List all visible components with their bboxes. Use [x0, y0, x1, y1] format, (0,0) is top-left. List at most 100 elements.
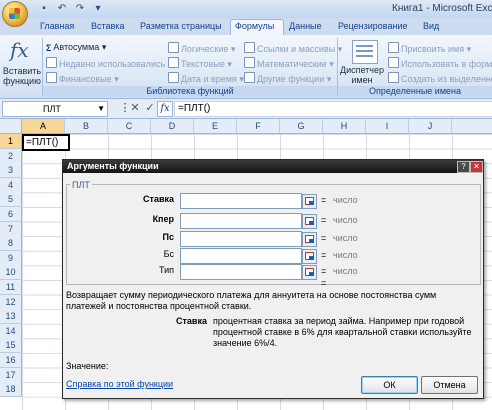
chevron-down-icon[interactable]: ▼ [97, 102, 105, 116]
other-functions-button[interactable]: Другие функции ▾ [244, 72, 331, 85]
dialog-title[interactable]: Аргументы функции [63, 160, 483, 173]
row-header[interactable]: 8 [0, 236, 22, 252]
tab-home[interactable]: Главная [40, 21, 74, 31]
column-header[interactable]: G [280, 119, 323, 133]
redo-icon[interactable]: ↷ [74, 3, 86, 14]
column-header[interactable]: J [409, 119, 452, 133]
column-header[interactable]: B [65, 119, 108, 133]
column-header[interactable]: H [323, 119, 366, 133]
argument-input[interactable] [180, 231, 302, 247]
logical-label: Логические [181, 44, 229, 54]
collapse-dialog-icon[interactable] [302, 265, 317, 280]
row-header[interactable]: 7 [0, 221, 22, 237]
library-group-label: Библиотека функций [43, 86, 337, 97]
row-header[interactable]: 11 [0, 280, 22, 295]
column-header[interactable]: F [237, 119, 280, 133]
logical-icon [168, 42, 179, 53]
column-header[interactable]: A [22, 119, 65, 133]
undo-icon[interactable]: ↶ [56, 3, 68, 14]
cancel-button[interactable]: Отмена [421, 376, 478, 394]
column-header[interactable]: E [194, 119, 237, 133]
formula-input[interactable]: =ПЛТ() [174, 101, 492, 117]
argument-input[interactable] [180, 213, 302, 229]
column-header[interactable]: D [151, 119, 194, 133]
collapse-dialog-icon[interactable] [302, 249, 317, 264]
math-button[interactable]: Математические ▾ [244, 57, 334, 70]
row-header[interactable]: 5 [0, 192, 22, 208]
confirm-entry-icon[interactable]: ✓ [143, 101, 157, 115]
name-box[interactable]: ПЛТ ▼ [2, 101, 108, 117]
argument-label: Пс [162, 232, 174, 242]
tab-data[interactable]: Данные [289, 21, 322, 31]
row-header[interactable]: 16 [0, 353, 22, 368]
customize-qat-icon[interactable]: ▾ [92, 3, 104, 14]
argument-input[interactable] [180, 248, 302, 264]
text-icon [168, 57, 179, 68]
row-header[interactable]: 6 [0, 207, 22, 222]
tab-insert[interactable]: Вставка [91, 21, 124, 31]
use-in-formula-label: Использовать в форму [401, 59, 492, 69]
row-header[interactable]: 2 [0, 148, 22, 164]
select-all-corner[interactable] [0, 119, 22, 133]
create-from-selection-button[interactable]: Создать из выделенного [388, 72, 492, 84]
recent-functions-button[interactable]: Недавно использовались [46, 57, 165, 69]
column-header[interactable]: I [366, 119, 409, 133]
argument-type: число [333, 195, 358, 205]
help-link[interactable]: Справка по этой функции [66, 379, 173, 389]
tab-page-layout[interactable]: Разметка страницы [140, 21, 222, 31]
row-header[interactable]: 1 [0, 134, 22, 149]
office-button[interactable] [2, 1, 28, 27]
logical-button[interactable]: Логические ▾ [168, 42, 235, 55]
tab-review[interactable]: Рецензирование [338, 21, 408, 31]
insert-function-button[interactable]: Вставить функцию [2, 66, 42, 86]
row-header[interactable]: 18 [0, 382, 22, 398]
row-header[interactable]: 15 [0, 338, 22, 354]
cancel-entry-icon[interactable]: ✕ [128, 101, 142, 115]
fx-button[interactable]: fx [157, 101, 173, 117]
row-header[interactable]: 9 [0, 250, 22, 266]
use-in-formula-button[interactable]: Использовать в форму [388, 57, 492, 69]
financial-icon [46, 72, 57, 83]
argument-type: число [333, 250, 358, 260]
argument-label: Ставка [143, 194, 174, 204]
row-header[interactable]: 3 [0, 163, 22, 179]
row-header[interactable]: 14 [0, 323, 22, 339]
argument-input[interactable] [180, 193, 302, 209]
collapse-dialog-icon[interactable] [302, 232, 317, 247]
name-manager-button[interactable]: Диспетчер имен [338, 65, 386, 85]
row-header[interactable]: 12 [0, 294, 22, 310]
tab-view[interactable]: Вид [423, 21, 439, 31]
row-header[interactable]: 17 [0, 367, 22, 383]
window-title: Книга1 - Microsoft Exc [392, 3, 492, 14]
recent-label: Недавно использовались [59, 59, 166, 69]
help-icon[interactable]: ? [457, 161, 470, 173]
save-icon[interactable]: ▪ [38, 3, 50, 14]
row-header[interactable]: 10 [0, 265, 22, 281]
column-header[interactable]: C [108, 119, 151, 133]
insert-function-icon[interactable]: fx [10, 38, 29, 62]
close-icon[interactable]: ✕ [470, 161, 483, 173]
name-box-value: ПЛТ [43, 104, 61, 114]
row-header[interactable]: 13 [0, 309, 22, 325]
define-name-button[interactable]: Присвоить имя ▾ [388, 42, 471, 55]
autosum-button[interactable]: Σ Автосумма ▾ [46, 42, 106, 53]
tab-formulas[interactable]: Формулы [235, 21, 274, 31]
collapse-dialog-icon[interactable] [302, 194, 317, 209]
argument-equals: = [321, 233, 327, 243]
other-label: Другие функции [257, 74, 325, 84]
name-manager-icon[interactable] [352, 40, 378, 64]
row-header[interactable]: 4 [0, 177, 22, 193]
argument-description-name: Ставка [176, 316, 207, 326]
sigma-icon: Σ [46, 43, 52, 53]
lookup-button[interactable]: Ссылки и массивы ▾ [244, 42, 342, 55]
argument-input[interactable] [180, 264, 302, 280]
text-functions-button[interactable]: Текстовые ▾ [168, 57, 232, 70]
financial-button[interactable]: Финансовые ▾ [46, 72, 119, 85]
ok-button[interactable]: ОК [361, 376, 418, 394]
result-equals: = [321, 278, 327, 288]
datetime-button[interactable]: Дата и время ▾ [168, 72, 244, 85]
autosum-label: Автосумма [53, 42, 100, 52]
collapse-dialog-icon[interactable] [302, 214, 317, 229]
financial-label: Финансовые [59, 74, 112, 84]
cell-a1[interactable]: =ПЛТ() [22, 134, 70, 151]
